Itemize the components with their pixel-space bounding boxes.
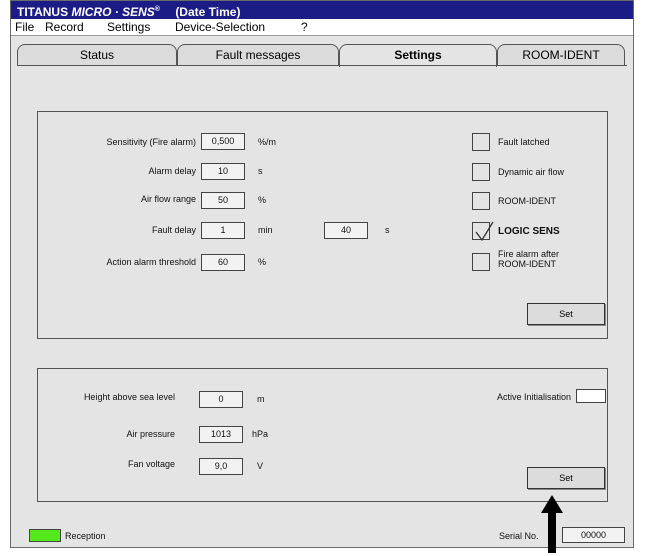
fault-latched-label: Fault latched <box>498 137 550 147</box>
air-flow-range-field[interactable]: 50 <box>201 192 245 209</box>
sensitivity-label: Sensitivity (Fire alarm) <box>106 137 196 147</box>
fault-delay-s-unit: s <box>385 225 390 235</box>
title-brand: MICRO · SENS <box>71 5 155 19</box>
dynamic-air-flow-checkbox[interactable] <box>472 163 490 181</box>
tab-status[interactable]: Status <box>17 44 177 66</box>
serial-field: 00000 <box>562 527 625 543</box>
menu-help[interactable]: ? <box>301 19 308 36</box>
air-pressure-unit: hPa <box>252 429 269 439</box>
logic-sens-label: LOGIC SENS <box>498 226 560 237</box>
menu-record[interactable]: Record <box>45 19 84 36</box>
action-alarm-unit: % <box>258 257 267 267</box>
detector-set-button[interactable]: Set <box>527 303 605 325</box>
fan-voltage-label: Fan voltage <box>127 459 175 469</box>
fault-latched-checkbox[interactable] <box>472 133 490 151</box>
height-field[interactable]: 0 <box>199 391 243 408</box>
tab-settings[interactable]: Settings <box>339 44 497 67</box>
fire-alarm-after-label-line1: Fire alarm after <box>498 249 560 259</box>
serial-label: Serial No. <box>499 531 539 541</box>
tab-room-ident[interactable]: ROOM-IDENT <box>497 44 625 66</box>
fault-delay-min-unit: min <box>258 225 273 235</box>
action-alarm-field[interactable]: 60 <box>201 254 245 271</box>
fan-voltage-field[interactable]: 9,0 <box>199 458 243 475</box>
room-ident-checkbox[interactable] <box>472 192 490 210</box>
sensitivity-unit: %/m <box>258 137 276 147</box>
alarm-delay-unit: s <box>258 166 263 176</box>
menu-file[interactable]: File <box>15 19 34 36</box>
alarm-delay-label: Alarm delay <box>148 166 196 176</box>
air-flow-range-label: Air flow range <box>140 194 196 204</box>
fan-voltage-unit: V <box>257 461 264 471</box>
pointer-arrow-icon <box>541 495 563 553</box>
fault-delay-s-field[interactable]: 40 <box>324 222 368 239</box>
active-initialisation-label: Active Initialisation <box>496 392 571 402</box>
title-prefix: TITANUS <box>17 5 69 19</box>
checkmark-icon <box>475 221 494 242</box>
reception-led <box>29 529 61 542</box>
height-label: Height above sea level <box>83 392 175 402</box>
fire-alarm-after-label-line2: ROOM-IDENT <box>498 259 556 269</box>
sensitivity-field[interactable]: 0,500 <box>201 133 245 150</box>
air-flow-range-unit: % <box>258 195 267 205</box>
environment-set-button[interactable]: Set <box>527 467 605 489</box>
tab-fault-messages[interactable]: Fault messages <box>177 44 339 66</box>
menu-device-selection[interactable]: Device-Selection <box>175 19 265 36</box>
title-registered-mark: ® <box>154 6 160 13</box>
dynamic-air-flow-label: Dynamic air flow <box>498 167 565 177</box>
logic-sens-checkbox[interactable] <box>472 221 494 242</box>
reception-label: Reception <box>65 531 106 541</box>
menu-settings[interactable]: Settings <box>107 19 150 36</box>
title-bar: TITANUS MICRO · SENS® (Date Time) <box>11 1 633 19</box>
height-unit: m <box>257 394 265 404</box>
active-initialisation-indicator <box>576 389 606 403</box>
tab-strip: Status Fault messages Settings ROOM-IDEN… <box>17 44 625 67</box>
tab-divider <box>17 65 627 66</box>
fire-alarm-after-room-ident-checkbox[interactable] <box>472 253 490 271</box>
title-date-time: (Date Time) <box>175 5 241 19</box>
environment-settings-panel: Height above sea level 0 m Air pressure … <box>37 368 608 502</box>
app-window: TITANUS MICRO · SENS® (Date Time) File R… <box>10 0 634 548</box>
alarm-delay-field[interactable]: 10 <box>201 163 245 180</box>
fault-delay-label: Fault delay <box>151 225 196 235</box>
detector-settings-panel: Sensitivity (Fire alarm) 0,500 %/m Alarm… <box>37 111 608 339</box>
action-alarm-label: Action alarm threshold <box>106 257 196 267</box>
air-pressure-label: Air pressure <box>126 429 175 439</box>
fault-delay-min-field[interactable]: 1 <box>201 222 245 239</box>
menu-bar: File Record Settings Device-Selection ? <box>11 19 633 36</box>
air-pressure-field[interactable]: 1013 <box>199 426 243 443</box>
room-ident-label: ROOM-IDENT <box>498 196 556 206</box>
